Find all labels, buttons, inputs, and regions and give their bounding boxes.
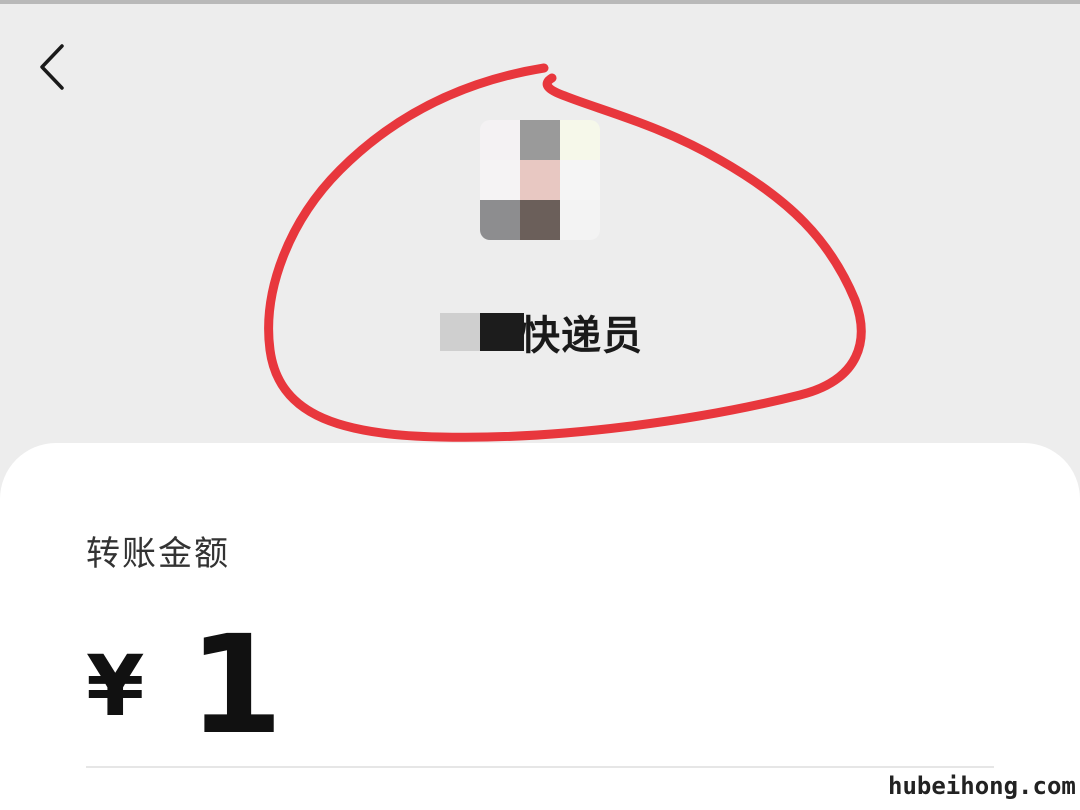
- back-button[interactable]: [30, 40, 80, 98]
- payee-name: 快递员: [520, 313, 643, 359]
- amount-underline: [86, 766, 994, 768]
- amount-value: 1: [188, 607, 284, 765]
- redacted-name-part: [480, 313, 524, 351]
- payee-avatar: [480, 120, 600, 240]
- chevron-left-icon: [40, 44, 64, 90]
- redacted-name-part: [440, 313, 480, 351]
- amount-input[interactable]: ¥ 1: [86, 616, 283, 756]
- watermark: hubeihong.com: [888, 772, 1076, 800]
- payee-name-row: 快递员: [440, 302, 643, 362]
- currency-symbol: ¥: [86, 637, 145, 735]
- amount-label: 转账金额: [86, 534, 230, 574]
